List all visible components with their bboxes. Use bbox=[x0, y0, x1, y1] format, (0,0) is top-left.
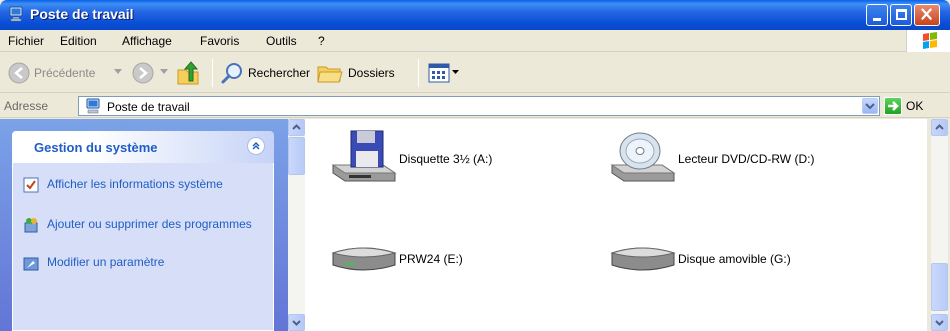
drive-list: Disquette 3½ (A:) Lecteur DVD/CD-RW (D:)… bbox=[305, 119, 927, 331]
scroll-up-button[interactable] bbox=[931, 119, 948, 136]
task-label[interactable]: Ajouter ou supprimer des programmes bbox=[47, 217, 267, 231]
menu-edition[interactable]: Edition bbox=[60, 34, 97, 48]
task-box-body: Afficher les informations système Ajoute… bbox=[12, 163, 274, 331]
collapse-button[interactable] bbox=[247, 137, 265, 155]
my-computer-icon bbox=[9, 6, 23, 22]
task-label[interactable]: Modifier un paramètre bbox=[47, 255, 267, 269]
chevron-down-icon[interactable] bbox=[160, 69, 168, 75]
toolbar: Précédente Rechercher Dossiers bbox=[0, 53, 950, 93]
scroll-thumb[interactable] bbox=[288, 137, 305, 175]
menu-affichage[interactable]: Affichage bbox=[122, 34, 172, 48]
go-button[interactable] bbox=[884, 97, 902, 115]
control-panel-icon bbox=[23, 257, 39, 271]
content-scrollbar[interactable] bbox=[931, 119, 948, 331]
address-bar: Adresse Poste de travail OK bbox=[0, 94, 950, 118]
minimize-button[interactable] bbox=[866, 4, 888, 26]
menu-fichier[interactable]: Fichier bbox=[8, 34, 44, 48]
chevron-down-icon[interactable] bbox=[114, 69, 122, 75]
toolbar-separator bbox=[418, 59, 419, 87]
floppy-drive-icon bbox=[331, 130, 397, 182]
scroll-down-button[interactable] bbox=[288, 314, 305, 331]
folders-button[interactable]: Dossiers bbox=[348, 66, 395, 80]
explorer-window: Poste de travail Fichier Edition Afficha… bbox=[0, 0, 950, 331]
chevron-double-up-icon bbox=[252, 141, 260, 150]
chevron-down-icon bbox=[935, 320, 944, 326]
system-info-icon bbox=[23, 177, 39, 193]
chevron-up-icon bbox=[935, 124, 944, 130]
chevron-up-icon bbox=[292, 124, 301, 130]
removable-drive-icon bbox=[610, 247, 676, 271]
go-arrow-icon bbox=[888, 101, 899, 111]
task-pane: Gestion du système Afficher les informat… bbox=[0, 119, 288, 331]
chevron-down-icon bbox=[292, 320, 301, 326]
address-label: Adresse bbox=[4, 99, 49, 113]
folders-icon[interactable] bbox=[316, 61, 344, 85]
views-icon[interactable] bbox=[428, 63, 450, 83]
maximize-button[interactable] bbox=[890, 4, 912, 26]
drive-label[interactable]: PRW24 (E:) bbox=[399, 252, 463, 266]
toolbar-separator bbox=[212, 59, 213, 87]
windows-logo bbox=[906, 30, 950, 52]
search-button[interactable]: Rechercher bbox=[248, 66, 310, 80]
drive-item-prw24[interactable]: PRW24 (E:) bbox=[331, 239, 463, 282]
task-label[interactable]: Afficher les informations système bbox=[47, 177, 267, 191]
hard-drive-icon bbox=[331, 247, 397, 271]
drive-item-removable[interactable]: Disque amovible (G:) bbox=[610, 239, 791, 282]
address-value: Poste de travail bbox=[107, 100, 190, 114]
close-icon bbox=[921, 8, 932, 20]
dvd-drive-icon bbox=[610, 132, 676, 182]
scroll-thumb[interactable] bbox=[931, 263, 948, 311]
chevron-down-icon bbox=[865, 103, 875, 110]
drive-item-floppy[interactable]: Disquette 3½ (A:) bbox=[331, 129, 492, 188]
drive-label[interactable]: Disque amovible (G:) bbox=[678, 252, 791, 266]
scroll-down-button[interactable] bbox=[931, 314, 948, 331]
task-box-header[interactable]: Gestion du système bbox=[12, 131, 274, 163]
address-dropdown-button[interactable] bbox=[862, 98, 878, 114]
menu-favoris[interactable]: Favoris bbox=[200, 34, 239, 48]
drive-label[interactable]: Disquette 3½ (A:) bbox=[399, 152, 492, 166]
menu-outils[interactable]: Outils bbox=[266, 34, 297, 48]
add-remove-programs-icon bbox=[24, 218, 38, 233]
back-arrow-icon[interactable] bbox=[8, 62, 30, 84]
go-label[interactable]: OK bbox=[906, 99, 923, 113]
menu-bar: Fichier Edition Affichage Favoris Outils… bbox=[0, 30, 950, 52]
scroll-up-button[interactable] bbox=[288, 119, 305, 136]
windows-flag-icon bbox=[923, 32, 937, 49]
drive-label[interactable]: Lecteur DVD/CD-RW (D:) bbox=[678, 152, 814, 166]
forward-arrow-icon[interactable] bbox=[132, 62, 154, 84]
my-computer-icon bbox=[86, 98, 100, 114]
chevron-down-icon[interactable] bbox=[452, 70, 459, 75]
search-icon[interactable] bbox=[220, 61, 244, 85]
title-bar[interactable]: Poste de travail bbox=[0, 0, 950, 30]
menu-help[interactable]: ? bbox=[318, 34, 325, 48]
back-button[interactable]: Précédente bbox=[34, 66, 95, 80]
address-input[interactable]: Poste de travail bbox=[78, 96, 880, 116]
close-button[interactable] bbox=[914, 4, 940, 26]
window-title: Poste de travail bbox=[30, 6, 134, 22]
folder-up-icon[interactable] bbox=[176, 61, 202, 87]
task-box-title[interactable]: Gestion du système bbox=[34, 140, 158, 155]
drive-item-dvd[interactable]: Lecteur DVD/CD-RW (D:) bbox=[610, 129, 814, 188]
task-pane-scrollbar[interactable] bbox=[288, 119, 305, 331]
